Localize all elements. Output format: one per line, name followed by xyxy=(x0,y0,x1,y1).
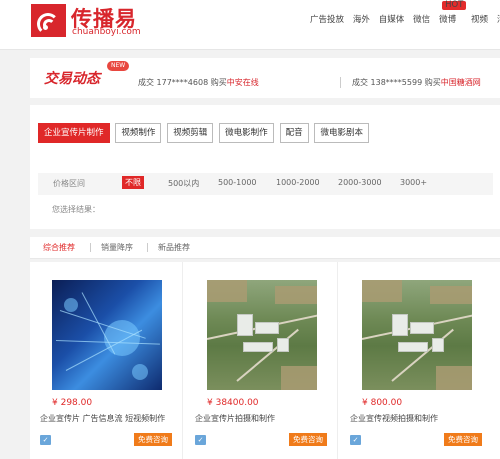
product-grid: ¥ 298.00 企业宣传片 广告信息流 短视频制作 ✓ 免费咨询 ¥ 3840… xyxy=(30,262,500,459)
nav-item-video[interactable]: 视频 xyxy=(471,13,488,25)
aerial-factory-image[interactable] xyxy=(362,280,472,390)
price-option-2000-3000[interactable]: 2000-3000 xyxy=(338,178,382,187)
price-option-3000-plus[interactable]: 3000+ xyxy=(400,178,427,187)
free-consult-button[interactable]: 免费咨询 xyxy=(289,433,327,446)
sort-tab-new[interactable]: 新品推荐 xyxy=(158,242,190,253)
price-option-1000-2000[interactable]: 1000-2000 xyxy=(276,178,320,187)
nav-item-overseas[interactable]: 海外 xyxy=(353,13,370,25)
price-option-any[interactable]: 不限 xyxy=(122,176,144,189)
new-badge: NEW xyxy=(107,61,130,71)
deal-item: 成交 177****4608 购买中安在线 xyxy=(138,77,259,88)
deal-product-link[interactable]: 中安在线 xyxy=(227,78,259,87)
sort-bar: 综合推荐 销量降序 新品推荐 xyxy=(30,237,500,259)
ticker-title: 交易动态 xyxy=(44,71,100,87)
nav-item-weibo-label: 微博 xyxy=(439,15,457,25)
nav-item-weibo[interactable]: HOT 微博 xyxy=(439,1,467,25)
product-card[interactable]: ¥ 38400.00 企业宣传片拍摄和制作 ✓ 免费咨询 xyxy=(185,262,338,459)
product-price: ¥ 38400.00 xyxy=(207,398,259,408)
nav-item-self-media[interactable]: 自媒体 xyxy=(379,13,405,25)
price-filter-row: 价格区间 不限 500以内 500-1000 1000-2000 2000-30… xyxy=(38,173,493,195)
product-price: ¥ 800.00 xyxy=(362,398,403,408)
category-video-production[interactable]: 视频制作 xyxy=(115,123,162,143)
sort-divider xyxy=(90,243,91,252)
product-name[interactable]: 企业宣传片拍摄和制作 xyxy=(195,413,275,424)
site-header: 传播易 chuanboyi.com 广告投放 海外 自媒体 微信 HOT 微博 视… xyxy=(0,0,500,50)
aerial-factory-image[interactable] xyxy=(207,280,317,390)
sort-tab-sales-desc[interactable]: 销量降序 xyxy=(101,242,133,253)
sort-tab-recommended[interactable]: 综合推荐 xyxy=(43,242,75,253)
category-tabs: 企业宣传片制作 视频制作 视频剪辑 微电影制作 配音 微电影剧本 xyxy=(38,123,372,143)
deal-text: 成交 138****5599 购买 xyxy=(352,78,441,87)
service-icon: ✓ xyxy=(350,435,361,445)
category-video-editing[interactable]: 视频剪辑 xyxy=(167,123,214,143)
nav-item-wechat[interactable]: 微信 xyxy=(413,13,430,25)
top-nav: 广告投放 海外 自媒体 微信 HOT微博 视频 活 xyxy=(310,1,500,26)
service-icon: ✓ xyxy=(40,435,51,445)
selected-result-label: 您选择结果： xyxy=(52,205,100,214)
product-name[interactable]: 企业宣传视频拍摄和制作 xyxy=(350,413,438,424)
free-consult-button[interactable]: 免费咨询 xyxy=(444,433,482,446)
nav-item-ads[interactable]: 广告投放 xyxy=(310,13,344,25)
service-icon: ✓ xyxy=(195,435,206,445)
free-consult-button[interactable]: 免费咨询 xyxy=(134,433,172,446)
logo-domain: chuanboyi.com xyxy=(72,27,141,37)
product-card[interactable]: ¥ 298.00 企业宣传片 广告信息流 短视频制作 ✓ 免费咨询 xyxy=(30,262,183,459)
deal-text: 成交 177****4608 购买 xyxy=(138,78,227,87)
site-logo[interactable]: 传播易 chuanboyi.com xyxy=(31,4,141,42)
category-voiceover[interactable]: 配音 xyxy=(279,123,309,143)
category-corporate-video[interactable]: 企业宣传片制作 xyxy=(38,123,110,143)
product-card[interactable]: ¥ 800.00 企业宣传视频拍摄和制作 ✓ 免费咨询 xyxy=(340,262,493,459)
product-price: ¥ 298.00 xyxy=(52,398,93,408)
category-micro-film-script[interactable]: 微电影剧本 xyxy=(314,123,369,143)
price-option-500-1000[interactable]: 500-1000 xyxy=(218,178,257,187)
tech-network-image[interactable] xyxy=(52,280,162,390)
product-name[interactable]: 企业宣传片 广告信息流 短视频制作 xyxy=(40,413,165,424)
deal-product-link[interactable]: 中国糖酒网 xyxy=(441,78,481,87)
category-micro-film[interactable]: 微电影制作 xyxy=(219,123,274,143)
filter-panel: 企业宣传片制作 视频制作 视频剪辑 微电影制作 配音 微电影剧本 价格区间 不限… xyxy=(30,105,500,229)
hot-badge: HOT xyxy=(442,1,467,10)
rss-logo-icon xyxy=(31,4,66,37)
sort-divider xyxy=(147,243,148,252)
deal-ticker: 交易动态 NEW 成交 177****4608 购买中安在线 成交 138***… xyxy=(30,58,500,98)
price-filter-label: 价格区间 xyxy=(53,179,85,188)
price-option-under-500[interactable]: 500以内 xyxy=(168,178,199,189)
deal-item: 成交 138****5599 购买中国糖酒网 xyxy=(340,77,481,88)
